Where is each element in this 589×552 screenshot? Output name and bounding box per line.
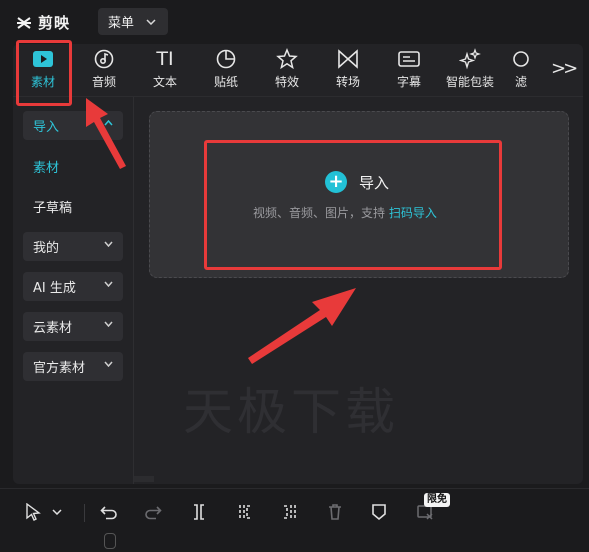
import-button[interactable]: + 导入 [325,171,389,193]
tab-text[interactable]: TI 文本 [135,47,195,93]
filter-icon [509,47,533,71]
plus-circle-icon: + [325,171,347,193]
horizontal-scrollbar[interactable] [134,476,154,482]
menu-label: 菜单 [108,16,135,31]
delete-icon[interactable] [324,501,346,523]
sparkle-icon [458,47,482,71]
tab-subtitle[interactable]: 字幕 [379,47,439,93]
sidebar-item-label: 导入 [33,120,60,135]
sidebar: 导入 素材 子草稿 我的 AI 生成 云素材 官方素材 [13,97,133,484]
tab-effects[interactable]: 特效 [257,47,317,93]
tab-label: 字幕 [396,75,421,89]
chevron-down-icon [104,319,113,330]
select-cursor-icon[interactable] [22,501,44,523]
sticker-clock-icon [214,47,238,71]
split-right-icon[interactable] [278,501,300,523]
sidebar-divider [133,97,134,484]
tab-label: 贴纸 [213,75,238,89]
import-title: 导入 [359,173,390,192]
sidebar-item-cloud[interactable]: 云素材 [23,312,123,341]
toolbar-divider [84,504,85,522]
sidebar-item-official[interactable]: 官方素材 [23,352,123,381]
chevron-down-icon [104,359,113,370]
sidebar-item-subdraft[interactable]: 子草稿 [23,192,123,221]
sidebar-item-import[interactable]: 导入 [23,111,123,140]
sidebar-item-label: AI 生成 [33,281,76,296]
undo-icon[interactable] [98,501,120,523]
sidebar-item-label: 素材 [33,161,60,176]
split-left-icon[interactable] [234,501,256,523]
capcut-logo-icon [16,15,32,31]
tab-filter[interactable]: 滤 [501,47,541,93]
import-hint: 视频、音频、图片，支持 扫码导入 [253,204,437,221]
tab-label: 音频 [91,75,116,89]
title-bar: 剪映 菜单 [0,0,589,42]
tab-label: 滤 [514,75,527,89]
import-dropzone[interactable]: + 导入 视频、音频、图片，支持 扫码导入 [149,111,569,278]
redo-icon[interactable] [142,501,164,523]
app-name: 剪映 [38,14,71,32]
chevron-up-icon [104,118,113,129]
subtitle-icon [397,47,421,71]
more-tabs-button[interactable]: >> [551,58,578,79]
import-hint-text: 视频、音频、图片，支持 [253,206,386,220]
sidebar-item-ai-generate[interactable]: AI 生成 [23,272,123,301]
tab-label: 智能包装 [445,75,494,89]
sidebar-item-media[interactable]: 素材 [23,152,123,181]
sidebar-item-label: 我的 [33,241,60,256]
sidebar-item-mine[interactable]: 我的 [23,232,123,261]
tab-label: 特效 [274,75,299,89]
tab-transition[interactable]: 转场 [318,47,378,93]
play-square-icon [31,47,55,71]
transition-bowtie-icon [336,47,360,71]
tab-label: 文本 [152,75,177,89]
scan-import-link[interactable]: 扫码导入 [389,206,437,220]
watermark: 天极下载 [183,383,399,441]
chevron-down-icon [104,279,113,290]
tab-smart-package[interactable]: 智能包装 [440,47,500,93]
free-badge: 限免 [424,493,450,507]
tab-label: 转场 [335,75,360,89]
chevron-down-icon [146,14,156,29]
sidebar-item-label: 子草稿 [33,201,73,216]
timeline-handle[interactable] [104,533,116,549]
sidebar-item-label: 官方素材 [33,361,86,376]
app-window: 剪映 菜单 素材 音频 TI 文本 贴纸 特效 转场 字幕 智能包装 滤 >> … [0,0,589,552]
tab-media[interactable]: 素材 [13,47,73,93]
music-disc-icon [92,47,116,71]
media-panel: 素材 音频 TI 文本 贴纸 特效 转场 字幕 智能包装 滤 >> 导入 素材 … [13,44,583,484]
chevron-down-icon[interactable] [50,501,64,523]
text-ti-icon: TI [156,48,174,70]
marker-icon[interactable] [368,501,390,523]
split-icon[interactable] [188,501,210,523]
effect-star-icon [275,47,299,71]
tab-bar: 素材 音频 TI 文本 贴纸 特效 转场 字幕 智能包装 滤 >> [13,44,583,96]
timeline-toolbar: 限免 [0,488,589,552]
menu-button[interactable]: 菜单 [98,8,168,35]
app-logo: 剪映 [16,12,70,33]
tab-sticker[interactable]: 贴纸 [196,47,256,93]
sidebar-item-label: 云素材 [33,321,73,336]
chevron-down-icon [104,239,113,250]
tab-label: 素材 [30,75,55,89]
tab-audio[interactable]: 音频 [74,47,134,93]
